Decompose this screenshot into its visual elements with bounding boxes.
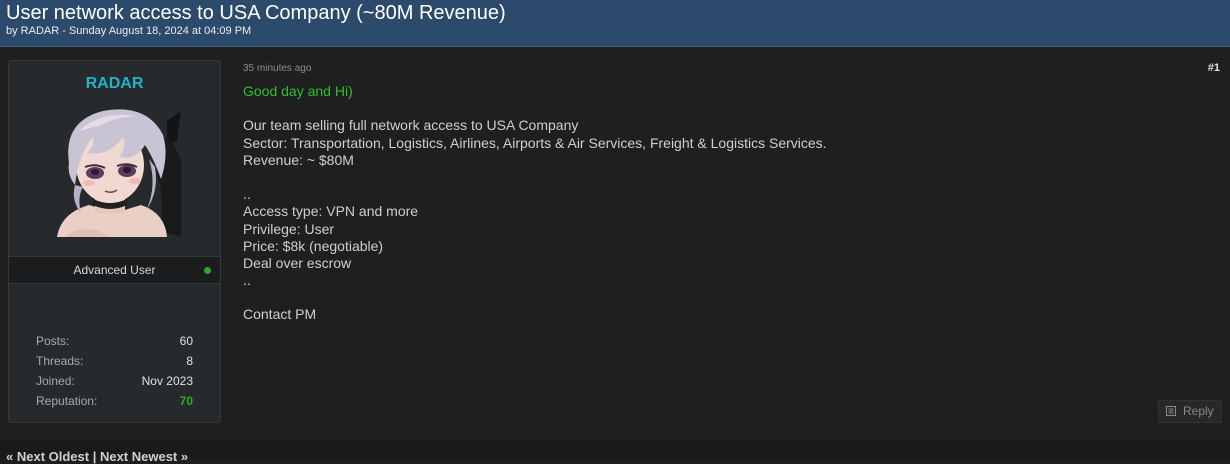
usertitle-bar: Advanced User xyxy=(9,256,220,284)
thread-byline: by RADAR - Sunday August 18, 2024 at 04:… xyxy=(6,25,252,37)
user-title: Advanced User xyxy=(73,263,156,277)
post-line: .. xyxy=(243,272,251,289)
reply-icon xyxy=(1166,406,1176,416)
post-number-link[interactable]: #1 xyxy=(1208,62,1220,74)
stat-row-posts: Posts: 60 xyxy=(36,334,193,354)
author-panel: RADAR Advanced User Posts: 60 Threads: 8… xyxy=(8,60,221,423)
post-line xyxy=(243,169,1203,186)
post-line: Revenue: ~ $80M xyxy=(243,151,354,168)
stat-row-joined: Joined: Nov 2023 xyxy=(36,374,193,394)
reply-label: Reply xyxy=(1183,404,1214,418)
thread-title: User network access to USA Company (~80M… xyxy=(6,2,506,24)
stat-value: 8 xyxy=(186,354,193,368)
post-line xyxy=(243,100,1203,117)
author-stats: Posts: 60 Threads: 8 Joined: Nov 2023 Re… xyxy=(36,334,193,414)
stat-row-threads: Threads: 8 xyxy=(36,354,193,374)
stat-value: Nov 2023 xyxy=(141,374,193,388)
post-time: 35 minutes ago xyxy=(243,63,312,74)
stat-label: Joined: xyxy=(36,374,75,388)
post-line: .. xyxy=(243,186,251,203)
stat-row-reputation: Reputation: 70 xyxy=(36,394,193,414)
post-body: Good day and Hi) Our team selling full n… xyxy=(243,83,1203,324)
post-line: Good day and Hi) xyxy=(243,83,353,99)
post-line: Sector: Transportation, Logistics, Airli… xyxy=(243,134,827,151)
author-username[interactable]: RADAR xyxy=(9,75,220,93)
stat-value: 60 xyxy=(179,334,193,348)
online-status-icon xyxy=(204,267,211,274)
post-line: Access type: VPN and more xyxy=(243,203,419,220)
post-line: Our team selling full network access to … xyxy=(243,117,579,134)
stat-label: Posts: xyxy=(36,334,70,348)
post-line: Privilege: User xyxy=(243,220,335,237)
avatar[interactable] xyxy=(49,101,181,237)
post-line: Price: $8k (negotiable) xyxy=(243,237,384,254)
stat-label: Reputation: xyxy=(36,394,98,408)
reply-button[interactable]: Reply xyxy=(1158,400,1222,423)
reputation-value[interactable]: 70 xyxy=(180,394,193,408)
next-oldest-newest-link[interactable]: « Next Oldest | Next Newest » xyxy=(6,449,188,464)
post: RADAR Advanced User Posts: 60 Threads: 8… xyxy=(0,47,1230,441)
footer-nav: « Next Oldest | Next Newest » xyxy=(0,441,1230,464)
stat-label: Threads: xyxy=(36,354,84,368)
thread-header: User network access to USA Company (~80M… xyxy=(0,0,1230,47)
post-line xyxy=(243,289,1203,306)
post-line: Deal over escrow xyxy=(243,254,352,271)
post-line: Contact PM xyxy=(243,306,317,323)
